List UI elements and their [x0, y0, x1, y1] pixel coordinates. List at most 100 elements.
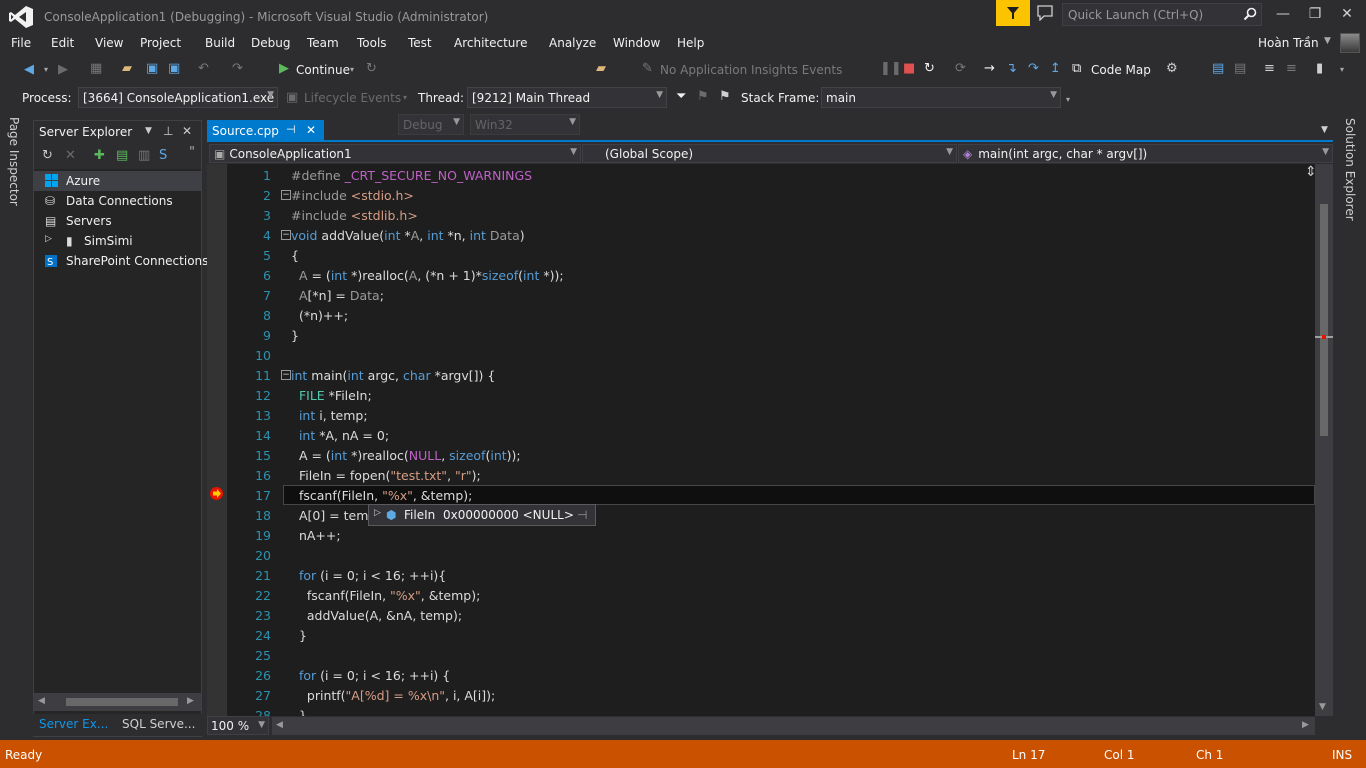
toolbar-options-icon[interactable]: ▾ — [1066, 92, 1070, 108]
scrollbar-thumb[interactable] — [1320, 204, 1328, 436]
back-dropdown-icon[interactable]: ▾ — [44, 62, 48, 78]
scope-select[interactable]: (Global Scope) ▼ — [582, 144, 957, 163]
scrollbar-thumb[interactable] — [66, 698, 178, 706]
thread-marker-icon[interactable]: ⚙ — [1166, 61, 1178, 77]
show-flagged-icon[interactable]: ⚑ — [719, 89, 731, 105]
menu-analyze[interactable]: Analyze — [549, 36, 596, 50]
connect-to-azure-icon[interactable]: S — [159, 148, 167, 164]
server-explorer-tab[interactable]: Server Ex... — [39, 717, 108, 731]
vertical-scrollbar[interactable]: ▼ — [1315, 164, 1333, 716]
notification-flag-icon[interactable] — [996, 0, 1030, 26]
continue-button[interactable]: Continue — [296, 63, 350, 77]
code-line[interactable]: 1 #define _CRT_SECURE_NO_WARNINGS — [207, 165, 1315, 185]
code-editor[interactable]: 1 #define _CRT_SECURE_NO_WARNINGS 2 #includ… — [207, 164, 1315, 716]
code-line[interactable]: 7 A[*n] = Data; — [207, 285, 1315, 305]
expand-arrow-icon[interactable]: ▷ — [374, 508, 381, 518]
code-map-button[interactable]: Code Map — [1091, 63, 1151, 77]
stop-debugging-icon[interactable]: ■ — [903, 61, 915, 77]
open-file-icon[interactable]: ▰ — [122, 61, 132, 77]
member-select[interactable]: ◈ main(int argc, char * argv[]) ▼ — [958, 144, 1333, 163]
code-line[interactable]: 10 — [207, 345, 1315, 365]
code-line[interactable]: 5{ — [207, 245, 1315, 265]
connect-to-server-icon[interactable]: ▤ — [116, 148, 128, 164]
show-next-statement-icon[interactable]: → — [984, 61, 995, 77]
code-line[interactable]: 13 int i, temp; — [207, 405, 1315, 425]
solution-explorer-tab[interactable]: Solution Explorer — [1343, 118, 1357, 221]
undo-icon[interactable]: ↶ — [198, 61, 209, 77]
menu-team[interactable]: Team — [307, 36, 339, 50]
scroll-down-icon[interactable]: ▼ — [1319, 702, 1326, 712]
menu-tools[interactable]: Tools — [357, 36, 387, 50]
tree-item-sharepoint[interactable]: S SharePoint Connections — [34, 251, 208, 271]
find-in-files-icon[interactable]: ▰ — [596, 61, 606, 77]
process-select[interactable]: [3664] ConsoleApplication1.exe ▼ — [78, 87, 278, 108]
collapse-outline-icon[interactable]: − — [281, 370, 291, 380]
code-line[interactable]: 19 nA++; — [207, 525, 1315, 545]
menu-debug[interactable]: Debug — [251, 36, 290, 50]
user-dropdown-icon[interactable]: ▼ — [1324, 36, 1331, 46]
expand-arrow-icon[interactable]: ▷ — [45, 234, 59, 248]
code-line[interactable]: 24 } — [207, 625, 1315, 645]
save-all-icon[interactable]: ▣ — [168, 61, 180, 77]
datatip-value[interactable]: 0x00000000 <NULL> — [443, 508, 574, 524]
toolbar-options-icon[interactable]: ▾ — [1340, 62, 1344, 78]
menu-build[interactable]: Build — [205, 36, 235, 50]
code-line[interactable]: 20 — [207, 545, 1315, 565]
minimize-button[interactable]: — — [1270, 4, 1296, 24]
code-line[interactable]: 17 fscanf(FileIn, "%x", &temp); — [207, 485, 1315, 505]
tab-source-cpp[interactable]: Source.cpp ⊣ ✕ — [207, 120, 324, 142]
code-line[interactable]: 28 } — [207, 705, 1315, 716]
stack-frame-select[interactable]: main ▼ — [821, 87, 1061, 108]
quick-launch-input[interactable]: Quick Launch (Ctrl+Q) — [1062, 3, 1262, 26]
refresh-icon[interactable]: ↻ — [42, 148, 53, 164]
menu-test[interactable]: Test — [408, 36, 432, 50]
code-line[interactable]: 9} — [207, 325, 1315, 345]
sql-server-explorer-tab[interactable]: SQL Serve... — [122, 717, 195, 731]
new-project-icon[interactable]: ▦ — [90, 61, 102, 77]
toolbar-overflow-icon[interactable]: " — [189, 145, 195, 161]
horizontal-scrollbar[interactable]: ◀ ▶ — [34, 693, 201, 711]
step-over-icon[interactable]: ↷ — [1028, 61, 1039, 77]
menu-project[interactable]: Project — [140, 36, 181, 50]
pin-icon[interactable]: ⊣ — [286, 123, 296, 136]
pin-icon[interactable]: ⊥ — [163, 124, 173, 138]
scroll-left-icon[interactable]: ◀ — [276, 720, 283, 730]
tree-item-servers[interactable]: ▤ Servers — [34, 211, 201, 231]
tree-item-azure[interactable]: Azure — [34, 171, 201, 191]
menu-help[interactable]: Help — [677, 36, 704, 50]
scroll-left-icon[interactable]: ◀ — [38, 696, 45, 706]
application-insights-label[interactable]: No Application Insights Events — [660, 63, 842, 77]
code-line[interactable]: 8 (*n)++; — [207, 305, 1315, 325]
search-icon[interactable] — [1243, 7, 1257, 24]
menu-file[interactable]: File — [11, 36, 31, 50]
collapse-icon[interactable]: ▤ — [1234, 61, 1246, 77]
collapse-outline-icon[interactable]: − — [281, 190, 291, 200]
close-button[interactable]: ✕ — [1334, 4, 1360, 24]
code-line[interactable]: 12 FILE *FileIn; — [207, 385, 1315, 405]
collapse-outline-icon[interactable]: − — [281, 230, 291, 240]
filter-icon[interactable]: ⏷ — [676, 89, 686, 105]
tree-item-simsimi[interactable]: ▷ ▮ SimSimi — [34, 231, 201, 251]
restart-icon[interactable]: ↻ — [924, 61, 935, 77]
code-map-icon[interactable]: ⧉ — [1072, 61, 1081, 77]
tab-list-dropdown-icon[interactable]: ▼ — [1321, 125, 1328, 135]
code-line[interactable]: 25 — [207, 645, 1315, 665]
code-line[interactable]: 3 #include <stdlib.h> — [207, 205, 1315, 225]
redo-icon[interactable]: ↷ — [232, 61, 243, 77]
window-position-icon[interactable]: ▼ — [145, 126, 152, 136]
send-feedback-icon[interactable] — [1036, 5, 1054, 22]
application-insights-icon[interactable]: ✎ — [642, 61, 653, 77]
continue-dropdown-icon[interactable]: ▾ — [350, 62, 354, 78]
code-line[interactable]: 2 #include <stdio.h> − — [207, 185, 1315, 205]
close-tab-icon[interactable]: ✕ — [306, 123, 316, 137]
uncomment-icon[interactable]: ≡ — [1286, 61, 1297, 77]
thread-select[interactable]: [9212] Main Thread ▼ — [467, 87, 667, 108]
code-line[interactable]: 23 addValue(A, &nA, temp); — [207, 605, 1315, 625]
code-line[interactable]: 4 void addValue(int *A, int *n, int Data)… — [207, 225, 1315, 245]
connect-to-database-icon[interactable]: ✚ — [94, 148, 105, 164]
tree-item-data-connections[interactable]: ⛁ Data Connections — [34, 191, 201, 211]
zoom-select[interactable]: 100 % ▼ — [207, 716, 269, 735]
datatip[interactable]: ▷ ⬢ FileIn 0x00000000 <NULL> ⊣ — [368, 504, 596, 526]
scroll-right-icon[interactable]: ▶ — [1302, 720, 1309, 730]
menu-view[interactable]: View — [95, 36, 123, 50]
